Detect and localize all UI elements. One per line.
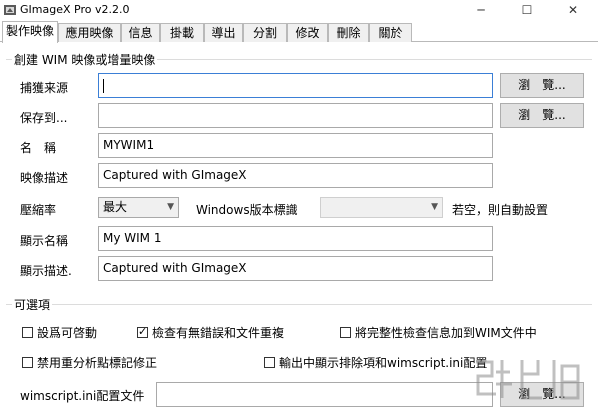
integrity-checkbox-box[interactable] bbox=[340, 327, 351, 338]
maximize-button[interactable]: ☐ bbox=[504, 0, 550, 20]
tab-delete[interactable]: 刪除 bbox=[328, 23, 369, 42]
show-excludes-checkbox-box[interactable] bbox=[264, 357, 275, 368]
text-caret bbox=[103, 78, 104, 93]
source-label: 捕獲来源 bbox=[20, 81, 69, 95]
dest-label: 保存到... bbox=[20, 111, 68, 125]
integrity-checkbox[interactable]: 將完整性檢查信息加到WIM文件中 bbox=[340, 324, 537, 341]
minimize-button[interactable]: ─ bbox=[458, 0, 504, 20]
tab-strip: 製作映像 應用映像 信息 掛載 導出 分割 修改 刪除 關於 bbox=[0, 21, 598, 43]
options-group-border bbox=[6, 304, 592, 305]
bootable-checkbox-box[interactable] bbox=[22, 327, 33, 338]
name-input[interactable]: MYWIM1 bbox=[98, 133, 493, 158]
display-desc-input[interactable]: Captured with GImageX bbox=[98, 256, 493, 281]
bootable-checkbox-label: 設爲可啓動 bbox=[37, 326, 98, 340]
no-reparse-checkbox-label: 禁用重分析點標記修正 bbox=[37, 356, 158, 370]
display-name-label: 顯示名稱 bbox=[20, 234, 69, 248]
description-input[interactable]: Captured with GImageX bbox=[98, 163, 493, 188]
title-bar: GImageX Pro v2.2.0 ─ ☐ ✕ bbox=[0, 0, 598, 20]
compression-label: 壓縮率 bbox=[20, 203, 57, 217]
display-name-input[interactable]: My WIM 1 bbox=[98, 226, 493, 251]
chevron-down-icon: ▼ bbox=[431, 202, 438, 212]
dest-input[interactable] bbox=[98, 103, 493, 128]
no-reparse-checkbox[interactable]: 禁用重分析點標記修正 bbox=[22, 354, 157, 371]
compression-select[interactable]: 最大 ▼ bbox=[98, 197, 179, 218]
name-label: 名 稱 bbox=[20, 141, 57, 155]
description-label: 映像描述 bbox=[20, 171, 69, 185]
integrity-checkbox-label: 將完整性檢查信息加到WIM文件中 bbox=[355, 326, 537, 340]
dest-browse-button[interactable]: 瀏 覽... bbox=[500, 103, 584, 128]
chevron-down-icon: ▼ bbox=[167, 202, 174, 212]
check-errors-checkbox[interactable]: 檢查有無錯誤和文件重複 bbox=[137, 324, 284, 341]
tab-create-image[interactable]: 製作映像 bbox=[2, 21, 58, 43]
tab-split[interactable]: 分割 bbox=[243, 23, 287, 42]
config-file-input[interactable] bbox=[156, 382, 493, 407]
windows-version-select[interactable]: ▼ bbox=[320, 197, 443, 218]
close-button[interactable]: ✕ bbox=[550, 0, 596, 20]
show-excludes-checkbox[interactable]: 輸出中顯示排除項和wimscript.ini配置 bbox=[264, 354, 487, 371]
tab-export[interactable]: 導出 bbox=[204, 23, 243, 42]
tab-modify[interactable]: 修改 bbox=[287, 23, 328, 42]
tab-apply-image[interactable]: 應用映像 bbox=[58, 23, 121, 42]
window-title: GImageX Pro v2.2.0 bbox=[20, 3, 130, 16]
create-group-title: 創建 WIM 映像或增量映像 bbox=[12, 51, 158, 68]
config-file-label: wimscript.ini配置文件 bbox=[20, 389, 145, 403]
show-excludes-checkbox-label: 輸出中顯示排除項和wimscript.ini配置 bbox=[279, 356, 488, 370]
check-errors-checkbox-label: 檢查有無錯誤和文件重複 bbox=[152, 326, 285, 340]
bootable-checkbox[interactable]: 設爲可啓動 bbox=[22, 324, 97, 341]
no-reparse-checkbox-box[interactable] bbox=[22, 357, 33, 368]
watermark-logo bbox=[476, 360, 580, 400]
tab-info[interactable]: 信息 bbox=[121, 23, 160, 42]
source-browse-button[interactable]: 瀏 覽... bbox=[500, 73, 584, 98]
tab-mount[interactable]: 掛載 bbox=[160, 23, 204, 42]
windows-version-label: Windows版本標識 bbox=[196, 203, 298, 217]
source-input[interactable] bbox=[98, 73, 493, 98]
tab-about[interactable]: 關於 bbox=[369, 23, 412, 42]
compression-value: 最大 bbox=[103, 200, 128, 214]
options-group-title: 可選項 bbox=[12, 296, 53, 313]
app-icon bbox=[4, 5, 16, 15]
display-desc-label: 顯示描述. bbox=[20, 264, 72, 278]
check-errors-checkbox-box[interactable] bbox=[137, 325, 148, 338]
windows-version-hint: 若空，則自動設置 bbox=[452, 203, 549, 217]
